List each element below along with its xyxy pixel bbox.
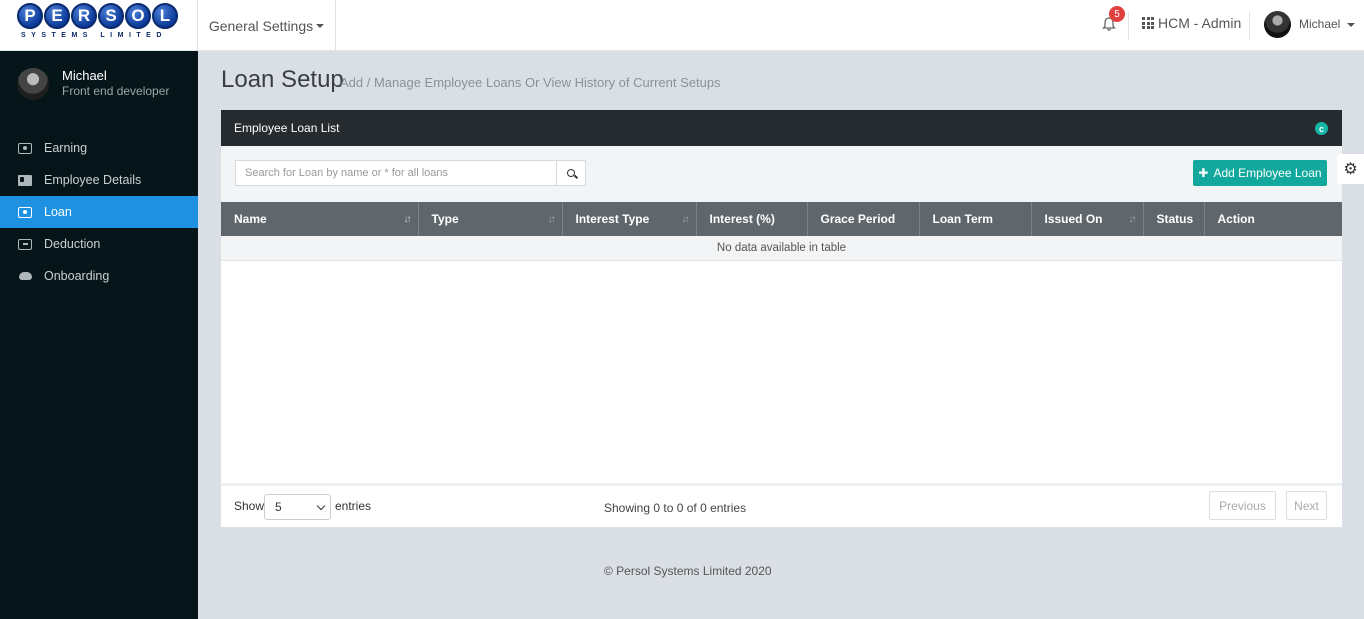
loan-table: Name ↓↑ Type ↓↑ Interest Type ↓↑ Interest (…: [221, 202, 1342, 261]
refresh-icon[interactable]: c: [1315, 122, 1328, 135]
logo-subtitle: SYSTEMS LIMITED: [21, 32, 167, 39]
sidebar-item-label: Employee Details: [44, 173, 142, 187]
logo-letter: S: [98, 3, 124, 29]
column-header-interest-type[interactable]: Interest Type ↓↑: [562, 202, 697, 236]
column-label: Grace Period: [820, 212, 896, 226]
grid-icon: [1142, 17, 1154, 29]
previous-page-button[interactable]: Previous: [1209, 491, 1276, 520]
sidebar-item-onboarding[interactable]: Onboarding: [0, 260, 198, 292]
loan-list-panel: Employee Loan List c ✚ Add Employee Loan…: [221, 110, 1342, 527]
settings-panel-toggle[interactable]: ⚙: [1337, 154, 1364, 184]
column-header-grace-period: Grace Period: [807, 202, 920, 236]
minus-square-icon: [18, 238, 32, 250]
entries-label: entries: [335, 499, 372, 513]
page-title: Loan Setup: [221, 66, 344, 93]
column-label: Issued On: [1044, 212, 1103, 226]
sort-icon: ↓↑: [681, 214, 690, 225]
user-menu[interactable]: Michael: [1299, 17, 1355, 31]
sidebar-user-role: Front end developer: [62, 84, 170, 98]
sort-asc-icon: ↓↑: [403, 214, 412, 225]
notification-badge: 5: [1109, 6, 1125, 22]
empty-table-message: No data available in table: [221, 236, 1342, 261]
panel-header: Employee Loan List c: [221, 110, 1342, 146]
sidebar-item-loan[interactable]: Loan: [0, 196, 198, 228]
column-header-name[interactable]: Name ↓↑: [221, 202, 419, 236]
logo-letter: O: [125, 3, 151, 29]
cloud-upload-icon: [18, 271, 32, 282]
gear-icon: ⚙: [1343, 161, 1358, 178]
search-icon: [567, 169, 575, 177]
column-header-interest: Interest (%): [696, 202, 808, 236]
search-button[interactable]: [556, 160, 586, 186]
column-header-type[interactable]: Type ↓↑: [418, 202, 563, 236]
sidebar-user-name: Michael: [62, 68, 107, 83]
user-avatar[interactable]: [1264, 11, 1291, 38]
column-label: Action: [1217, 212, 1255, 226]
show-label: Show: [234, 499, 265, 513]
caret-down-icon: [316, 23, 325, 28]
plus-icon: ✚: [1198, 166, 1209, 180]
table-header-row: Name ↓↑ Type ↓↑ Interest Type ↓↑ Interest (…: [221, 202, 1342, 236]
table-footer: Show 5 entries Showing 0 to 0 of 0 entri…: [221, 483, 1342, 527]
page-size-select[interactable]: 5: [264, 494, 331, 520]
column-label: Name: [234, 212, 267, 226]
user-menu-label: Michael: [1299, 17, 1341, 31]
general-settings-label: General Settings: [208, 17, 314, 34]
column-header-status: Status: [1143, 202, 1205, 236]
next-page-button[interactable]: Next: [1286, 491, 1327, 520]
divider: [1128, 12, 1129, 40]
panel-title: Employee Loan List: [234, 121, 340, 135]
column-header-issued-on[interactable]: Issued On ↓↑: [1031, 202, 1144, 236]
logo-letter: P: [17, 3, 43, 29]
sidebar-item-label: Loan: [44, 205, 72, 219]
sidebar-item-label: Earning: [44, 141, 88, 155]
add-employee-loan-label: Add Employee Loan: [1213, 166, 1322, 180]
app-switcher-label: HCM - Admin: [1158, 15, 1242, 31]
money-icon: [18, 142, 32, 154]
add-employee-loan-button[interactable]: ✚ Add Employee Loan: [1193, 160, 1327, 186]
panel-toolbar: ✚ Add Employee Loan: [221, 146, 1342, 202]
general-settings-dropdown[interactable]: General Settings: [197, 0, 336, 51]
column-label: Interest Type: [575, 212, 650, 226]
page-size-value: 5: [275, 500, 282, 514]
sidebar-avatar: [17, 68, 49, 100]
page-subtitle: Add / Manage Employee Loans Or View Hist…: [340, 75, 721, 90]
divider: [1249, 12, 1250, 40]
persol-logo[interactable]: P E R S O L SYSTEMS LIMITED: [17, 3, 179, 41]
column-label: Type: [431, 212, 459, 226]
table-info: Showing 0 to 0 of 0 entries: [604, 501, 747, 515]
sidebar-item-label: Deduction: [44, 237, 101, 251]
column-label: Loan Term: [932, 212, 993, 226]
logo-letter: E: [44, 3, 70, 29]
sidebar-item-label: Onboarding: [44, 269, 110, 283]
column-label: Status: [1156, 212, 1194, 226]
sort-icon: ↓↑: [1128, 214, 1137, 225]
sidebar: Michael Front end developer Earning Empl…: [0, 51, 198, 619]
column-header-loan-term: Loan Term: [919, 202, 1032, 236]
logo-letter: L: [152, 3, 178, 29]
table-row: No data available in table: [221, 236, 1342, 261]
sort-icon: ↓↑: [547, 214, 556, 225]
logo-letter: R: [71, 3, 97, 29]
sidebar-item-deduction[interactable]: Deduction: [0, 228, 198, 260]
top-bar: P E R S O L SYSTEMS LIMITED General Sett…: [0, 0, 1364, 51]
sidebar-menu: Earning Employee Details Loan Deduction …: [0, 132, 198, 292]
sidebar-item-earning[interactable]: Earning: [0, 132, 198, 164]
chevron-down-icon: [316, 501, 326, 511]
column-label: Interest (%): [709, 212, 775, 226]
copyright: © Persol Systems Limited 2020: [604, 564, 772, 578]
money-icon: [18, 206, 32, 218]
sidebar-item-employee-details[interactable]: Employee Details: [0, 164, 198, 196]
column-header-action: Action: [1204, 202, 1342, 236]
app-switcher[interactable]: HCM - Admin: [1142, 15, 1241, 31]
caret-down-icon: [1346, 22, 1355, 27]
loan-search-input[interactable]: [235, 160, 557, 186]
id-card-icon: [18, 174, 32, 186]
